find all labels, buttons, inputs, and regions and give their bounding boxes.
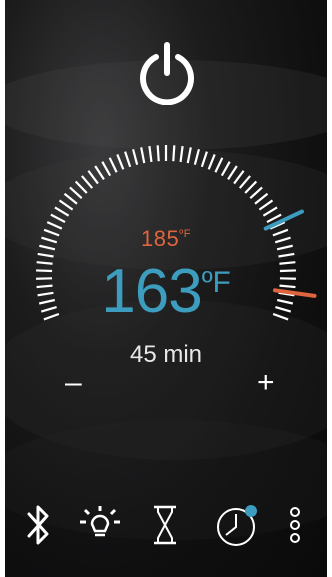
dial-tick [227, 165, 238, 180]
clock-icon [217, 505, 257, 546]
dial-tick [214, 157, 224, 173]
dial-tick [63, 192, 78, 205]
dial-tick [220, 161, 231, 177]
more-vertical-icon [290, 507, 300, 543]
decrease-button[interactable]: – [65, 368, 82, 398]
dial-tick [262, 206, 278, 217]
dial-tick [124, 151, 132, 168]
dial-tick [148, 145, 153, 163]
app-screen: 185ºF 163ºF 45 min – + [5, 0, 327, 577]
dial-tick [74, 180, 88, 194]
timer-readout: 45 min [129, 341, 203, 368]
power-button[interactable] [138, 41, 196, 106]
dial-tick [233, 170, 245, 185]
more-button[interactable] [286, 500, 304, 550]
light-bulb-icon [80, 506, 120, 537]
dial-tick [249, 186, 263, 200]
dial-tick [244, 180, 258, 194]
current-temperature: 163ºF [101, 257, 231, 326]
dial-tick [132, 148, 139, 165]
dial-tick [116, 154, 125, 170]
notification-dot [245, 505, 257, 517]
dial-tick [87, 170, 99, 185]
dial-tick [58, 199, 74, 211]
dial-tick [108, 157, 118, 173]
increase-button[interactable]: + [257, 368, 275, 398]
timer-button[interactable] [150, 500, 180, 550]
dial-tick [94, 165, 105, 180]
dial-tick [50, 213, 66, 224]
schedule-button[interactable] [214, 500, 262, 550]
dial-tick [200, 151, 208, 168]
dial-tick [193, 148, 200, 165]
dial-tick [254, 192, 269, 205]
dial-tick [186, 147, 192, 164]
bluetooth-button[interactable] [25, 500, 51, 550]
dial-tick [140, 147, 146, 164]
bluetooth-icon [27, 505, 49, 545]
dial-tick [101, 161, 112, 177]
dial-tick [54, 206, 70, 217]
dial-tick [238, 175, 251, 189]
dial-tick [258, 199, 274, 211]
setpoint-temperature: 185ºF [141, 226, 191, 251]
light-button[interactable] [75, 500, 125, 550]
dial-tick [69, 186, 83, 200]
dial-tick [172, 145, 176, 162]
dial-tick [207, 154, 216, 170]
hourglass-icon [154, 505, 176, 545]
power-icon [140, 42, 194, 106]
dial-tick [179, 145, 184, 163]
dial-tick [156, 145, 160, 162]
dial-tick [81, 175, 94, 189]
